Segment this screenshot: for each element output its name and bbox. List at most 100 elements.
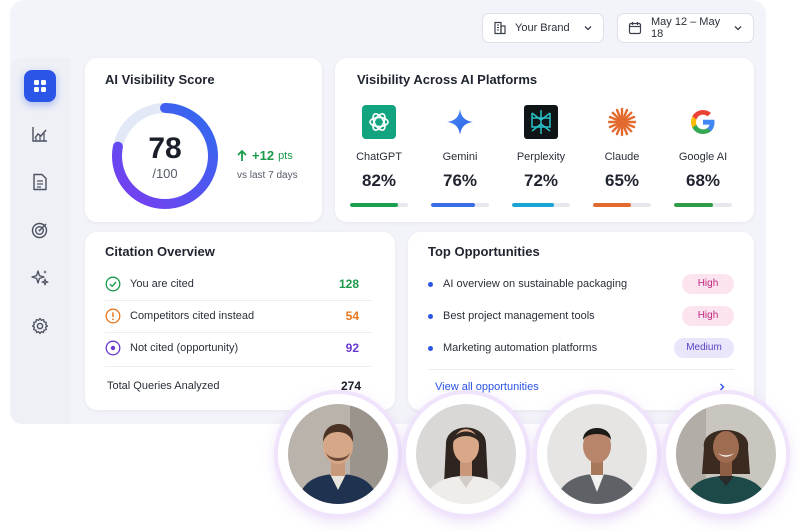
platform-perplexity[interactable]: Perplexity 72%	[506, 104, 576, 207]
priority-badge: High	[682, 306, 734, 326]
view-all-label: View all opportunities	[435, 381, 539, 393]
bullet-dot	[428, 313, 433, 319]
grid-icon	[34, 80, 46, 92]
platform-bar	[350, 203, 408, 207]
citation-card-title: Citation Overview	[105, 244, 215, 259]
avatar-man-blue-suit	[278, 394, 398, 514]
platform-gemini[interactable]: Gemini 76%	[425, 104, 495, 207]
total-value: 274	[340, 379, 361, 393]
claude-logo-icon	[604, 104, 640, 140]
target-icon	[31, 222, 48, 239]
platform-bar-fill	[674, 203, 714, 207]
citation-label: Competitors cited instead	[130, 310, 255, 322]
check-circle-icon	[105, 276, 121, 292]
platform-name: Claude	[604, 151, 640, 163]
opportunity-item[interactable]: Best project management tools High	[428, 305, 734, 327]
score-card-title: AI Visibility Score	[105, 72, 215, 87]
chevron-down-icon	[734, 26, 742, 31]
platforms-card: Visibility Across AI Platforms ChatGPT 8…	[335, 58, 754, 222]
score-delta-note: vs last 7 days	[237, 170, 298, 181]
platform-bar	[431, 203, 489, 207]
divider	[428, 369, 734, 370]
date-range-label: May 12 – May 18	[651, 16, 721, 40]
platform-bar	[674, 203, 732, 207]
citation-value: 54	[345, 309, 359, 323]
sparkle-icon	[31, 270, 49, 286]
chart-icon	[32, 127, 47, 142]
platform-value: 68%	[685, 171, 721, 190]
citation-row-not-cited[interactable]: Not cited (opportunity) 92	[105, 332, 359, 364]
platforms-card-title: Visibility Across AI Platforms	[357, 72, 538, 87]
platform-chatgpt[interactable]: ChatGPT 82%	[344, 104, 414, 207]
platform-name: Gemini	[442, 151, 478, 163]
nav-ai-insights[interactable]	[24, 262, 56, 294]
chevron-right-icon	[720, 383, 725, 391]
calendar-icon	[628, 22, 642, 35]
alert-circle-icon	[105, 308, 121, 324]
date-range-selector[interactable]: May 12 – May 18	[617, 13, 754, 43]
brand-label: Your Brand	[515, 22, 570, 34]
dot-circle-icon	[105, 340, 121, 356]
platform-value: 82%	[361, 171, 397, 190]
nav-reports[interactable]	[24, 166, 56, 198]
opportunity-label: Marketing automation platforms	[443, 342, 598, 354]
total-label: Total Queries Analyzed	[107, 380, 220, 392]
platform-bar-fill	[593, 203, 631, 207]
gemini-logo-icon	[442, 104, 478, 140]
platform-name: Perplexity	[516, 151, 566, 163]
platform-value: 65%	[604, 171, 640, 190]
brand-selector[interactable]: Your Brand	[482, 13, 604, 43]
avatar-woman-white-blazer	[406, 394, 526, 514]
platform-value: 72%	[523, 171, 559, 190]
platform-bar-fill	[512, 203, 554, 207]
opportunities-card-title: Top Opportunities	[428, 244, 540, 259]
platform-bar	[593, 203, 651, 207]
bullet-dot	[428, 281, 433, 287]
chevron-down-icon	[584, 26, 592, 31]
opportunity-item[interactable]: Marketing automation platforms Medium	[428, 337, 734, 359]
score-card: AI Visibility Score 78 /100 +12 pts vs l…	[85, 58, 322, 222]
citation-row-cited[interactable]: You are cited 128	[105, 268, 359, 300]
score-delta-unit: pts	[278, 149, 293, 162]
opportunities-card: Top Opportunities AI overview on sustain…	[408, 232, 754, 410]
bullet-dot	[428, 345, 433, 351]
opportunity-item[interactable]: AI overview on sustainable packaging Hig…	[428, 273, 734, 295]
gear-icon	[31, 317, 49, 335]
citation-label: Not cited (opportunity)	[130, 342, 239, 354]
platform-bar	[512, 203, 570, 207]
view-all-link[interactable]: View all opportunities	[435, 381, 727, 393]
divider	[105, 366, 371, 367]
citation-card: Citation Overview You are cited 128 Comp…	[85, 232, 395, 410]
platform-claude[interactable]: Claude 65%	[587, 104, 657, 207]
citation-value: 128	[338, 277, 359, 291]
platform-name: ChatGPT	[356, 151, 402, 163]
priority-badge: High	[682, 274, 734, 294]
sidebar	[10, 58, 70, 424]
platform-bar-fill	[350, 203, 398, 207]
score-delta-value: +12	[252, 148, 275, 163]
platform-name: Google AI	[678, 151, 728, 163]
google-logo-icon	[685, 104, 721, 140]
nav-settings[interactable]	[24, 310, 56, 342]
citation-value: 92	[345, 341, 359, 355]
perplexity-logo-icon	[523, 104, 559, 140]
avatar-woman-green-blazer	[666, 394, 786, 514]
platform-bar-fill	[431, 203, 476, 207]
nav-analytics[interactable]	[24, 118, 56, 150]
building-icon	[494, 21, 506, 35]
avatar-man-grey-suit	[537, 394, 657, 514]
score-value: 78	[148, 132, 182, 165]
opportunity-label: AI overview on sustainable packaging	[443, 278, 628, 290]
chatgpt-logo-icon	[361, 104, 397, 140]
nav-goals[interactable]	[24, 214, 56, 246]
citation-row-competitors[interactable]: Competitors cited instead 54	[105, 300, 359, 332]
platform-value: 76%	[442, 171, 478, 190]
arrow-up-icon	[237, 149, 247, 161]
document-icon	[33, 173, 47, 191]
platform-google-ai[interactable]: Google AI 68%	[668, 104, 738, 207]
nav-dashboard[interactable]	[24, 70, 56, 102]
score-max: /100	[152, 166, 178, 181]
score-delta: +12 pts	[236, 148, 293, 163]
priority-badge: Medium	[674, 338, 734, 358]
citation-label: You are cited	[130, 278, 194, 290]
